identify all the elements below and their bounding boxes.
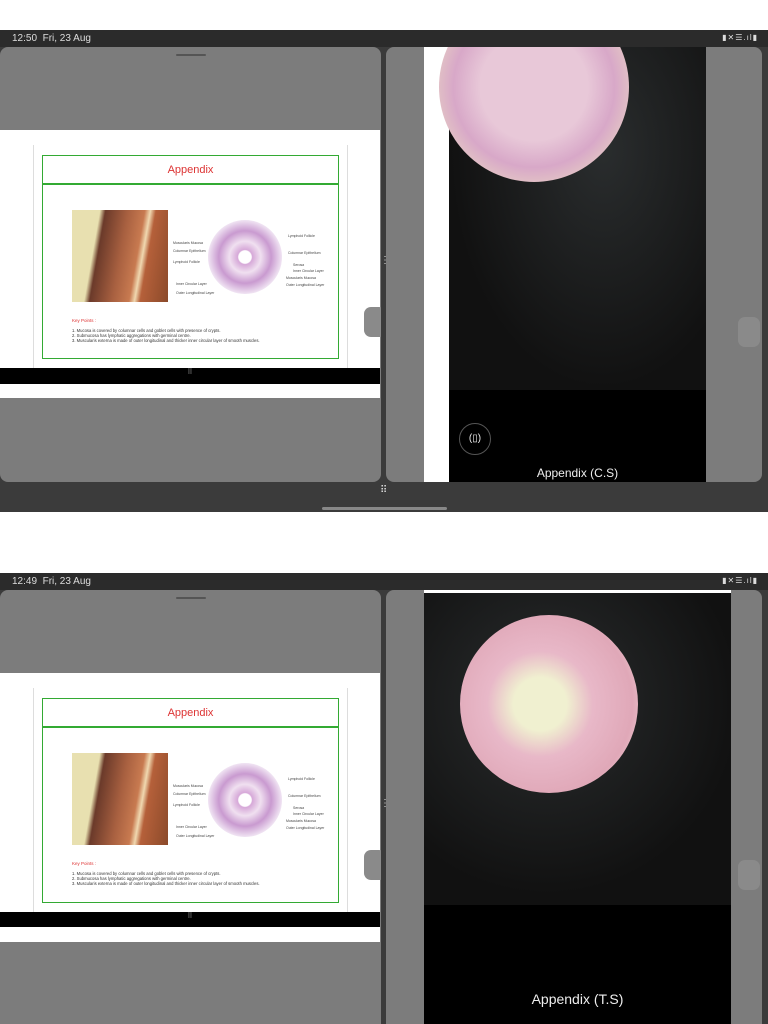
slide-viewer: Appendix Muscularis Mucosa Columnar Epit…: [0, 673, 380, 942]
microscope-photo: [439, 47, 706, 390]
grid-icon[interactable]: ⠿: [187, 369, 192, 376]
label: Outer Longitudinal Layer: [286, 283, 325, 287]
status-bar: 12:50 Fri, 23 Aug ▮✕☰.ıl▮: [0, 30, 768, 47]
caption-area: (▯) Appendix (C.S): [449, 390, 706, 482]
slide-title: Appendix: [43, 156, 338, 185]
label: Serosa: [293, 263, 305, 267]
app-pair-grid-icon[interactable]: ⠿: [380, 485, 387, 496]
caption-area: Appendix (T.S): [424, 905, 731, 1024]
status-icons: ▮✕☰.ıl▮: [722, 33, 758, 42]
rotate-icon[interactable]: (▯): [459, 423, 491, 455]
label: Columnar Epithelium: [288, 794, 321, 798]
viewer-toolbar: ⠿: [0, 368, 380, 384]
viewer-toolbar: ⠿: [0, 912, 380, 927]
home-indicator[interactable]: [322, 507, 447, 510]
label: Muscularis Mucosa: [173, 241, 203, 245]
label: Inner Circular Layer: [293, 812, 324, 816]
cross-section-diagram: [208, 220, 282, 294]
screenshot-top: 12:50 Fri, 23 Aug ▮✕☰.ıl▮ Appendix Muscu…: [0, 30, 768, 512]
floating-app-icon[interactable]: [738, 860, 760, 890]
label: Lymphoid Follicle: [173, 260, 200, 264]
status-icons: ▮✕☰.ıl▮: [722, 576, 758, 585]
cross-section-diagram: [208, 763, 282, 837]
microscope-field: [439, 47, 629, 182]
slide: Appendix Muscularis Mucosa Columnar Epit…: [33, 688, 348, 912]
status-time: 12:50: [12, 33, 38, 44]
label: Lymphoid Follicle: [173, 803, 200, 807]
left-app-panel[interactable]: Appendix Muscularis Mucosa Columnar Epit…: [0, 47, 381, 482]
left-app-panel[interactable]: Appendix Muscularis Mucosa Columnar Epit…: [0, 590, 381, 1024]
label: Inner Circular Layer: [176, 282, 207, 286]
key-points-title: Key Points :: [72, 318, 97, 323]
photo-caption: Appendix (C.S): [536, 466, 619, 480]
label: Columnar Epithelium: [173, 249, 206, 253]
label: Outer Longitudinal Layer: [286, 826, 325, 830]
key-point: 3. Muscularis externa is made of outer l…: [72, 881, 260, 886]
label: Columnar Epithelium: [288, 251, 321, 255]
status-date: Fri, 23 Aug: [42, 576, 91, 587]
drag-handle[interactable]: [175, 597, 206, 599]
label: Outer Longitudinal Layer: [176, 291, 215, 295]
histology-photo: [72, 753, 168, 845]
slide-frame: Appendix Muscularis Mucosa Columnar Epit…: [42, 155, 339, 359]
label: Outer Longitudinal Layer: [176, 834, 215, 838]
label: Muscularis Mucosa: [286, 819, 316, 823]
screenshot-bottom: 12:49 Fri, 23 Aug ▮✕☰.ıl▮ Appendix Muscu…: [0, 573, 768, 1024]
label: Serosa: [293, 806, 305, 810]
floating-app-icon[interactable]: [364, 307, 381, 337]
slide: Appendix Muscularis Mucosa Columnar Epit…: [33, 145, 348, 368]
key-points-title: Key Points :: [72, 861, 97, 866]
status-date: Fri, 23 Aug: [42, 33, 91, 44]
floating-app-icon[interactable]: [364, 850, 381, 880]
microscope-field: [460, 615, 638, 793]
slide-viewer: Appendix Muscularis Mucosa Columnar Epit…: [0, 130, 380, 398]
label: Inner Circular Layer: [293, 269, 324, 273]
status-bar: 12:49 Fri, 23 Aug ▮✕☰.ıl▮: [0, 573, 768, 590]
label: Lymphoid Follicle: [288, 777, 315, 781]
label: Muscularis Mucosa: [173, 784, 203, 788]
label: Inner Circular Layer: [176, 825, 207, 829]
right-app-panel[interactable]: Appendix (T.S): [386, 590, 762, 1024]
label: Columnar Epithelium: [173, 792, 206, 796]
photo-caption: Appendix (T.S): [531, 991, 624, 1007]
slide-frame: Appendix Muscularis Mucosa Columnar Epit…: [42, 698, 339, 903]
key-points-list: 1. Mucosa is covered by columnar cells a…: [72, 328, 260, 343]
label: Muscularis Mucosa: [286, 276, 316, 280]
grid-icon[interactable]: ⠿: [187, 913, 192, 920]
drag-handle[interactable]: [175, 54, 206, 56]
slide-title: Appendix: [43, 699, 338, 728]
floating-app-icon[interactable]: [738, 317, 760, 347]
key-point: 3. Muscularis externa is made of outer l…: [72, 338, 260, 343]
histology-photo: [72, 210, 168, 302]
microscope-photo: [424, 593, 731, 905]
status-time: 12:49: [12, 576, 38, 587]
label: Lymphoid Follicle: [288, 234, 315, 238]
right-app-panel[interactable]: (▯) Appendix (C.S): [386, 47, 762, 482]
key-points-list: 1. Mucosa is covered by columnar cells a…: [72, 871, 260, 886]
